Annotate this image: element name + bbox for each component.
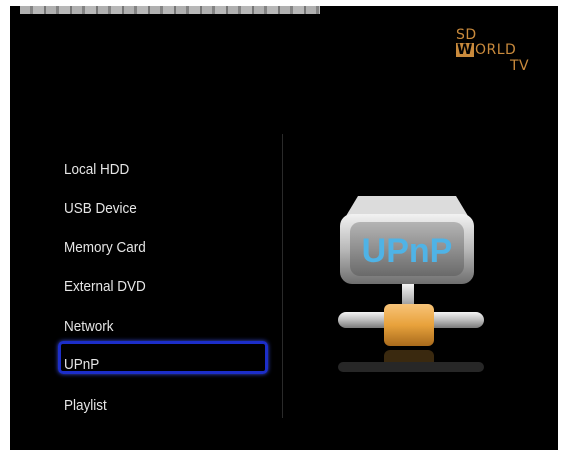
sdworld-tv-logo: SD W ORLD TV xyxy=(452,22,532,82)
logo-line-3: TV xyxy=(510,58,530,74)
upnp-box-top-face xyxy=(346,196,468,216)
logo-w-box: W xyxy=(456,42,474,58)
menu-item-external-dvd[interactable]: External DVD xyxy=(64,272,146,302)
menu-item-upnp[interactable]: UPnP xyxy=(64,350,99,380)
logo-line-1: SD xyxy=(456,27,477,43)
logo-line-2: W ORLD xyxy=(456,43,516,57)
logo-line-2-rest: ORLD xyxy=(474,42,517,58)
menu-item-playlist[interactable]: Playlist xyxy=(64,391,107,421)
media-screen: SD W ORLD TV Local HDD USB Device Memory … xyxy=(10,6,558,450)
top-status-strip xyxy=(20,6,320,14)
upnp-label: UPnP xyxy=(362,232,453,270)
menu-item-local-hdd[interactable]: Local HDD xyxy=(64,155,129,185)
menu-item-memory-card[interactable]: Memory Card xyxy=(64,233,146,263)
menu-item-usb-device[interactable]: USB Device xyxy=(64,194,137,224)
upnp-network-icon: UPnP xyxy=(330,176,490,416)
upnp-reflection xyxy=(338,350,484,372)
menu-item-network[interactable]: Network xyxy=(64,312,114,342)
upnp-connector xyxy=(384,304,434,346)
panel-divider xyxy=(282,134,283,418)
